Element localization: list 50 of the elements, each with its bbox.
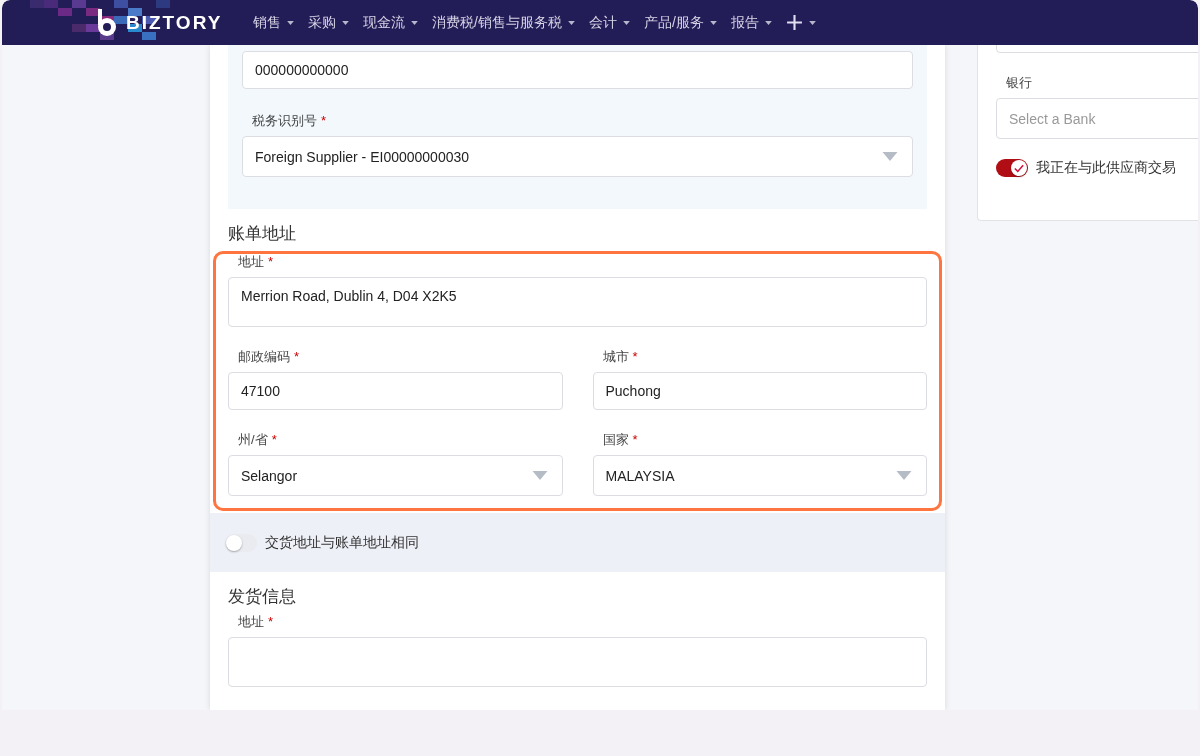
caret-icon: [882, 152, 898, 161]
nav-menu-item[interactable]: 会计: [581, 9, 637, 36]
nav-menu-item[interactable]: 产品/服务: [636, 9, 724, 36]
required-mark: *: [294, 349, 300, 364]
field-label: 地址 *: [237, 254, 275, 269]
dropdown[interactable]: Selangor: [228, 455, 563, 496]
caret-icon: [764, 20, 772, 25]
required-mark: *: [632, 432, 638, 447]
caret-icon: [896, 471, 912, 480]
text-field[interactable]: 47100: [228, 372, 563, 410]
toggle-switch[interactable]: [996, 159, 1028, 177]
text-area[interactable]: [228, 637, 927, 687]
caret-icon: [567, 20, 575, 25]
required-mark: *: [321, 113, 327, 128]
caret-icon: [709, 20, 717, 25]
caret-icon: [808, 20, 816, 25]
caret-icon: [411, 20, 418, 25]
dropdown[interactable]: Foreign Supplier - EI00000000030: [242, 136, 913, 177]
required-mark: *: [271, 432, 277, 447]
field-label: 国家 *: [601, 432, 639, 447]
text-area[interactable]: Merrion Road, Dublin 4, D04 X2K5: [228, 277, 927, 327]
nav-menu-item[interactable]: 采购: [301, 9, 356, 36]
required-mark: *: [268, 254, 274, 269]
nav-menu-item[interactable]: 销售: [246, 9, 301, 36]
field-label: 地址 *: [237, 614, 275, 629]
plus-icon: [785, 14, 803, 31]
dropdown[interactable]: MALAYSIA: [592, 455, 927, 496]
field-label: 税务识别号 *: [251, 113, 328, 128]
section-title: 发货信息: [228, 586, 297, 608]
section-title: 账单地址: [228, 223, 297, 245]
caret-icon: [531, 471, 548, 480]
toggle-label: 交货地址与账单地址相同: [265, 533, 419, 552]
required-mark: *: [268, 614, 274, 629]
caret-icon: [342, 20, 349, 25]
required-mark: *: [632, 349, 638, 364]
nav-menu-item[interactable]: 报告: [723, 9, 779, 36]
caret-icon: [622, 20, 630, 25]
nav-menu-item[interactable]: 消费税/销售与服务税: [425, 9, 582, 36]
field-label: 州/省 *: [237, 432, 278, 447]
text-field[interactable]: 000000000000: [242, 51, 913, 89]
field-label: 邮政编码 *: [237, 349, 301, 364]
brand-name: BIZTORY: [126, 11, 223, 34]
toggle-switch[interactable]: [225, 533, 257, 552]
field-label: 银行: [1005, 75, 1033, 90]
text-field[interactable]: Puchong: [592, 372, 927, 410]
field-label: 城市 *: [601, 349, 639, 364]
nav-menu-item[interactable]: 现金流: [356, 9, 425, 36]
toggle-label: 我正在与此供应商交易: [1036, 159, 1176, 177]
caret-icon: [287, 20, 294, 25]
check-icon: [1014, 163, 1024, 173]
